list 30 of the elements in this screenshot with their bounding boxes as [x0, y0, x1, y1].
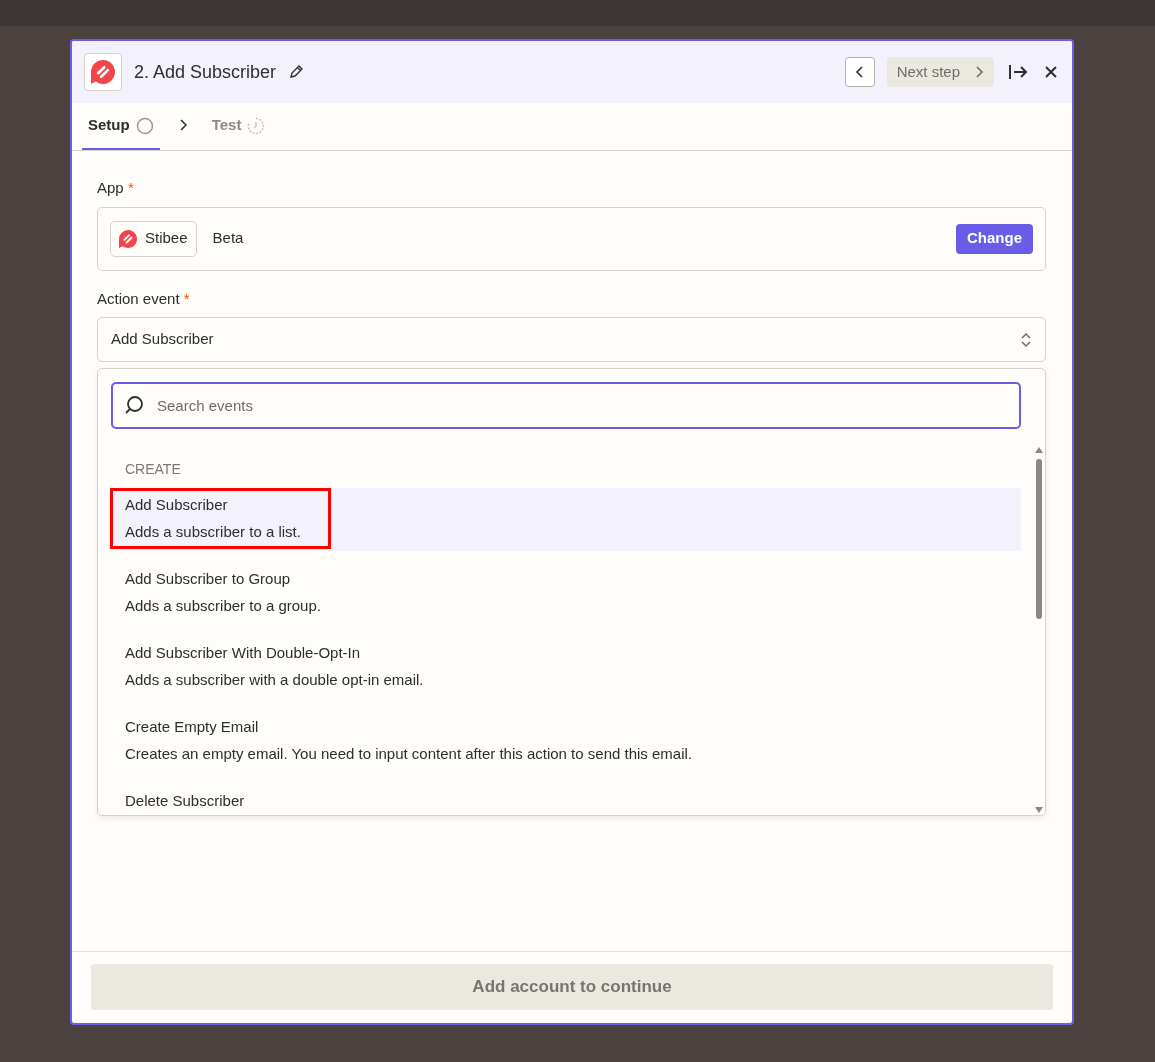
chevron-left-icon: [854, 65, 865, 79]
event-select[interactable]: Add Subscriber: [97, 317, 1046, 362]
timer-icon: [247, 116, 266, 135]
step-tab[interactable]: Setup: [82, 103, 160, 150]
pencil-icon[interactable]: [288, 64, 305, 80]
app-logo-icon: [119, 229, 137, 248]
search-field[interactable]: Search events: [111, 382, 1021, 429]
step-title: 2. Add Subscriber: [134, 60, 277, 84]
search-icon: [123, 394, 145, 416]
chevron-right-icon: [974, 65, 984, 79]
change-button[interactable]: Change: [956, 223, 1033, 254]
event-option[interactable]: Add Subscriber With Double-Opt-In Adds a subscriber with a double opt-in email.: [111, 636, 1021, 699]
event-option[interactable]: Add Subscriber to Group Adds a subscriber to a group.: [111, 562, 1021, 625]
scroll-up-icon: [1035, 447, 1043, 453]
event-option[interactable]: Add Subscriber Adds a subscriber to a list.: [111, 488, 1021, 551]
app-chip: Stibee: [110, 220, 197, 257]
arrow-to-right-icon: [1008, 63, 1028, 81]
up-down-chevron-icon: [1020, 330, 1032, 349]
scroll-down-icon: [1035, 807, 1043, 813]
close-icon: [1044, 65, 1058, 79]
field-label: Action event *: [97, 288, 191, 309]
event-option[interactable]: Create Empty Email Creates an empty email. You need to input content after this action to send this email.: [111, 710, 1021, 773]
circle-icon: [135, 116, 154, 135]
field-label: App *: [97, 178, 135, 198]
group-heading: CREATE: [125, 460, 182, 479]
previous-button[interactable]: [844, 57, 875, 87]
app-logo-icon: [91, 60, 115, 84]
chevron-right-icon: [177, 117, 188, 132]
beta-label: Beta: [212, 228, 244, 249]
event-option[interactable]: Delete Subscriber: [111, 784, 1021, 815]
